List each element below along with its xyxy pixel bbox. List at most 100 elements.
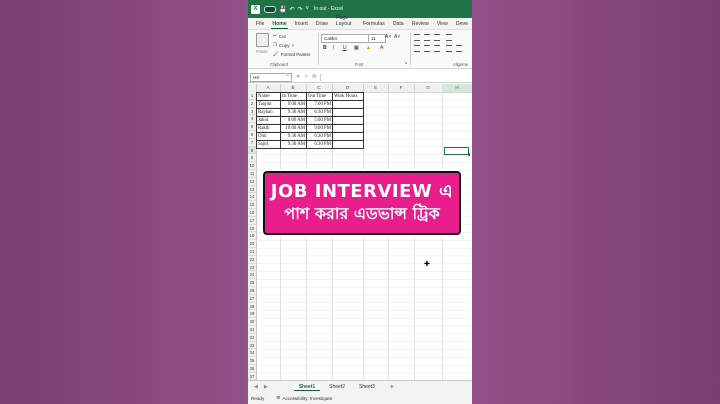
grow-font-button[interactable]: A˄ — [385, 34, 391, 40]
row-header[interactable]: 37 — [248, 373, 256, 380]
table-cell[interactable]: 8:00 AM — [280, 116, 307, 125]
copy-button[interactable]: ❐ Copy ˅ — [273, 42, 294, 48]
table-cell[interactable]: 9:00 AM — [280, 100, 307, 109]
row-header[interactable]: 16 — [248, 209, 256, 217]
row-header[interactable]: 4 — [248, 115, 256, 124]
column-header[interactable]: B — [280, 84, 307, 92]
tab-data[interactable]: Data — [389, 21, 408, 29]
column-header[interactable]: C — [306, 84, 333, 92]
tab-formulas[interactable]: Formulas — [359, 21, 389, 29]
row-header[interactable]: 3 — [248, 108, 256, 116]
autosave-toggle[interactable] — [264, 5, 276, 13]
align-right-icon[interactable] — [434, 45, 440, 52]
italic-button[interactable]: I — [333, 45, 334, 51]
table-cell[interactable]: 9:30 AM — [280, 108, 307, 117]
row-header[interactable]: 7 — [248, 139, 256, 147]
row-header[interactable]: 9 — [248, 154, 256, 163]
font-name-select[interactable]: Calibri — [321, 34, 369, 43]
table-cell[interactable]: 6:30 PM — [306, 140, 333, 149]
table-cell[interactable]: 10:00 AM — [280, 124, 307, 133]
row-header[interactable]: 26 — [248, 287, 256, 295]
row-header[interactable]: 10 — [248, 162, 256, 170]
column-header[interactable]: H — [442, 84, 472, 92]
enter-icon[interactable]: ✓ — [304, 74, 308, 80]
row-header[interactable]: 13 — [248, 186, 256, 194]
sheet-tab-2[interactable]: Sheet2 — [324, 384, 350, 390]
chevron-left-icon[interactable]: ◀ — [254, 384, 258, 390]
table-header-cell[interactable]: Work Hours — [332, 92, 364, 101]
sheet-tab-3[interactable]: Sheet3 — [354, 384, 380, 390]
tab-review[interactable]: Review — [408, 21, 433, 29]
table-cell[interactable]: Tanjim — [256, 100, 281, 109]
table-cell[interactable]: 7:00 PM — [306, 100, 333, 109]
table-cell[interactable]: Rayhan — [256, 108, 281, 117]
undo-icon[interactable]: ↶ — [289, 6, 294, 13]
dropdown-icon[interactable]: ˅ — [306, 6, 310, 12]
cancel-icon[interactable]: ✕ — [296, 74, 300, 80]
row-header[interactable]: 15 — [248, 201, 256, 209]
row-header[interactable]: 1 — [248, 92, 256, 100]
sheet-tab-1[interactable]: Sheet1 — [293, 383, 321, 391]
tab-page-layout[interactable]: Page Layout — [332, 15, 359, 29]
align-center-icon[interactable] — [424, 45, 430, 52]
row-header[interactable]: 17 — [248, 217, 256, 225]
row-header[interactable]: 23 — [248, 264, 256, 272]
format-painter-button[interactable]: 🖌 Format Painter — [273, 51, 310, 57]
column-header[interactable]: A — [256, 84, 281, 92]
tab-insert[interactable]: Insert — [291, 21, 312, 29]
table-cell[interactable]: 9:30 AM — [280, 132, 307, 141]
row-header[interactable]: 32 — [248, 334, 256, 342]
font-dialog-launcher-icon[interactable]: ↘ — [404, 60, 407, 65]
table-cell[interactable]: Rakib — [256, 124, 281, 133]
table-header-cell[interactable]: In Time — [280, 92, 307, 101]
accessibility-status[interactable]: ⚙ Accessibility: Investigate — [276, 395, 332, 401]
table-cell[interactable] — [332, 140, 364, 149]
row-header[interactable]: 12 — [248, 178, 256, 186]
row-header[interactable]: 24 — [248, 271, 256, 280]
table-cell[interactable]: 9:00 PM — [306, 124, 333, 133]
borders-icon[interactable]: ▦ — [354, 45, 359, 51]
row-header[interactable]: 35 — [248, 357, 256, 365]
row-header[interactable]: 33 — [248, 342, 256, 350]
table-cell[interactable] — [332, 124, 364, 133]
row-header[interactable]: 14 — [248, 193, 256, 202]
row-header[interactable]: 34 — [248, 349, 256, 358]
row-header[interactable]: 29 — [248, 310, 256, 319]
row-header[interactable]: 36 — [248, 365, 256, 373]
tab-home[interactable]: Home — [268, 21, 290, 29]
row-header[interactable]: 28 — [248, 303, 256, 311]
row-header[interactable]: 21 — [248, 248, 256, 256]
table-cell[interactable]: 9:30 AM — [280, 140, 307, 149]
table-cell[interactable]: Jahid — [256, 116, 281, 125]
table-cell[interactable] — [332, 100, 364, 109]
row-header[interactable]: 19 — [248, 232, 256, 241]
table-cell[interactable] — [332, 116, 364, 125]
add-sheet-button[interactable]: + — [390, 384, 394, 391]
font-color-icon[interactable]: A — [380, 45, 383, 51]
name-box[interactable]: H8 — [250, 72, 292, 82]
column-header[interactable]: D — [332, 84, 364, 92]
align-top-icon[interactable] — [414, 34, 420, 41]
table-header-cell[interactable]: Name — [256, 92, 281, 101]
row-header[interactable]: 11 — [248, 170, 256, 178]
row-header[interactable]: 2 — [248, 100, 256, 108]
underline-button[interactable]: U — [343, 45, 347, 51]
align-middle-icon[interactable] — [424, 34, 430, 41]
formula-input[interactable] — [320, 73, 472, 81]
column-header[interactable]: E — [363, 84, 389, 92]
tab-draw[interactable]: Draw — [312, 21, 332, 29]
table-cell[interactable]: Omi — [256, 132, 281, 141]
orientation-icon[interactable] — [446, 34, 452, 41]
increase-indent-icon[interactable] — [456, 45, 462, 52]
font-size-select[interactable]: 11 — [368, 34, 386, 43]
decrease-indent-icon[interactable] — [446, 45, 452, 52]
column-header[interactable]: G — [414, 84, 443, 92]
align-bottom-icon[interactable] — [434, 34, 440, 41]
tab-developer[interactable]: Deve — [452, 21, 472, 29]
save-icon[interactable]: 💾 — [279, 6, 286, 13]
table-cell[interactable]: 6:30 PM — [306, 132, 333, 141]
row-header[interactable]: 27 — [248, 295, 256, 303]
column-header[interactable]: F — [388, 84, 415, 92]
fx-icon[interactable]: fx — [312, 74, 316, 80]
cut-button[interactable]: ✂ Cut — [273, 33, 286, 39]
